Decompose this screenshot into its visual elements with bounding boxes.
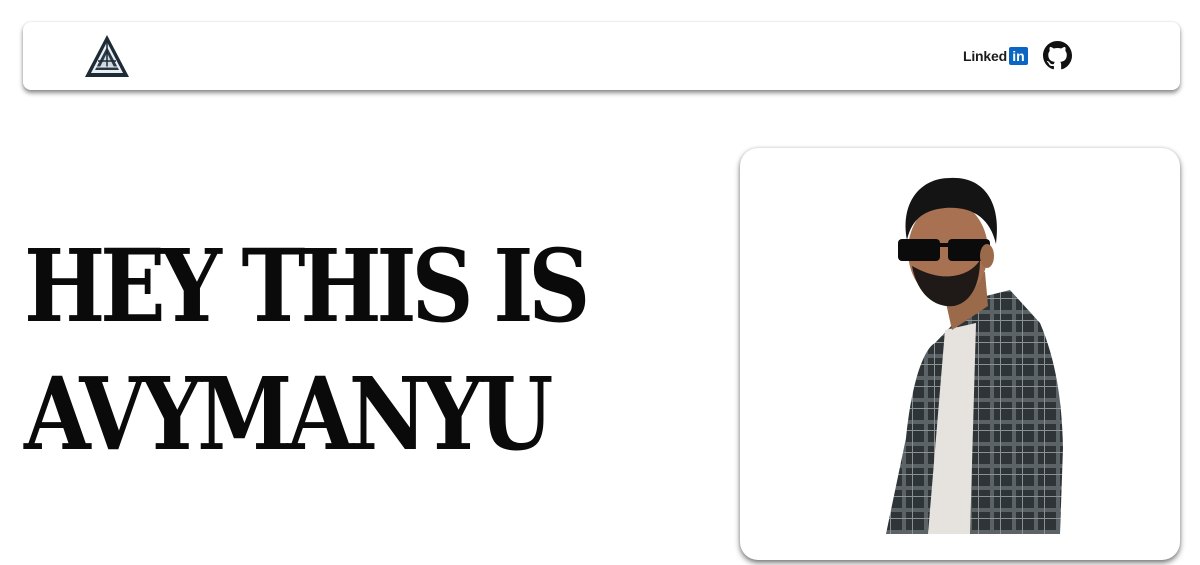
triangle-logo-icon[interactable] [83, 33, 131, 79]
linkedin-wordmark: Linked [963, 48, 1007, 64]
photo-card [740, 148, 1180, 560]
linkedin-icon: in [1008, 47, 1028, 65]
navbar: Linked in [23, 22, 1180, 90]
hero-title-line-1: HEY THIS IS [24, 227, 590, 345]
linkedin-link[interactable]: Linked in [963, 46, 1028, 66]
hero-title: HEY THIS IS AVYMANYU [24, 222, 626, 478]
hero-title-line-2: AVYMANYU [24, 355, 553, 473]
github-icon[interactable] [1043, 41, 1072, 70]
profile-photo [886, 177, 1063, 534]
